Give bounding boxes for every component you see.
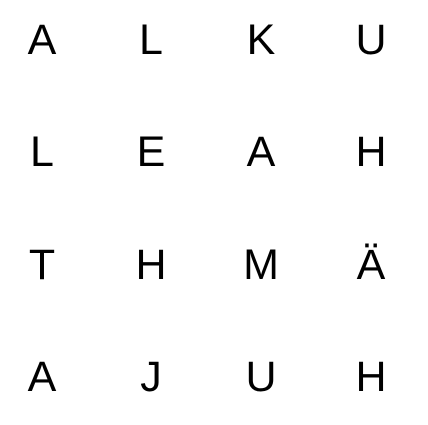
letter-cell-r2-c4[interactable]: H: [341, 122, 401, 182]
letter-cell-r1-c1[interactable]: A: [12, 10, 72, 70]
letter-cell-r3-c1[interactable]: T: [12, 235, 72, 295]
letter-cell-r2-c3[interactable]: A: [231, 122, 291, 182]
letter-cell-r1-c2[interactable]: L: [121, 10, 181, 70]
letter-cell-r4-c3[interactable]: U: [231, 347, 291, 407]
letter-cell-r1-c3[interactable]: K: [231, 10, 291, 70]
letter-cell-r3-c4[interactable]: Ä: [341, 235, 401, 295]
letter-cell-r4-c4[interactable]: H: [341, 347, 401, 407]
letter-cell-r4-c1[interactable]: A: [12, 347, 72, 407]
letter-cell-r4-c2[interactable]: J: [121, 347, 181, 407]
letter-cell-r3-c3[interactable]: M: [231, 235, 291, 295]
letter-grid: A L K U L E A H T H M Ä A J U H: [0, 0, 428, 425]
letter-cell-r2-c1[interactable]: L: [12, 122, 72, 182]
letter-cell-r2-c2[interactable]: E: [121, 122, 181, 182]
letter-cell-r1-c4[interactable]: U: [341, 10, 401, 70]
letter-cell-r3-c2[interactable]: H: [121, 235, 181, 295]
